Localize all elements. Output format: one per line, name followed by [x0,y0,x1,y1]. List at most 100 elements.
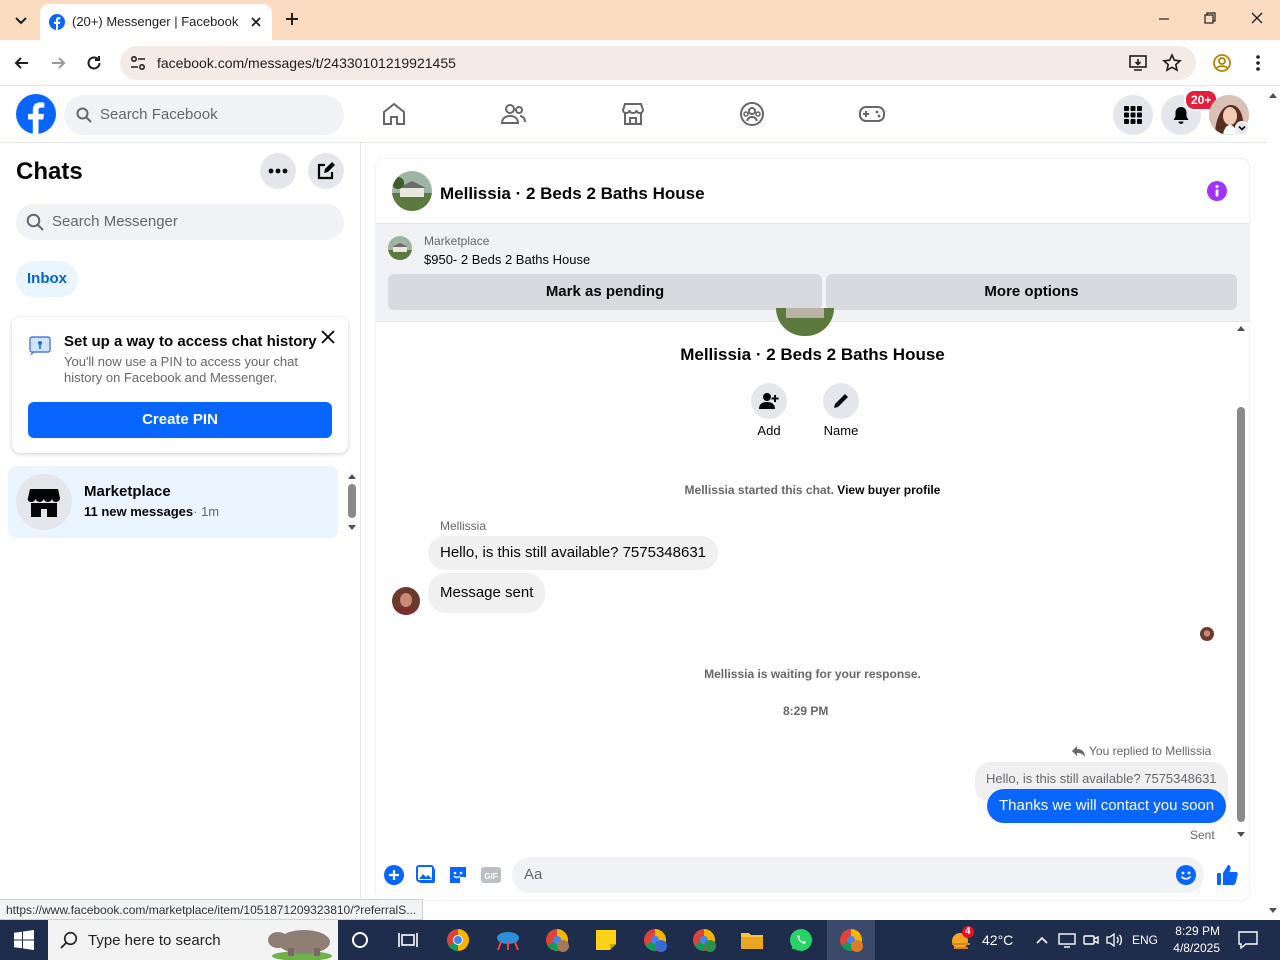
chrome-profile-3-taskbar-icon[interactable] [680,920,728,960]
facebook-top-nav: Search Facebook 20+ [0,86,1266,143]
info-icon[interactable] [1207,181,1227,201]
profile-title: Mellissia · 2 Beds 2 Baths House [680,345,945,364]
pin-card-heading: Set up a way to access chat history [64,333,317,350]
close-window-button[interactable] [1249,10,1265,26]
add-person-button[interactable] [751,383,787,419]
more-options-button[interactable]: More options [826,274,1237,310]
facebook-search-input[interactable]: Search Facebook [64,95,344,135]
file-explorer-icon[interactable] [728,920,776,960]
message-thread[interactable]: Mellissia · 2 Beds 2 Baths House Add Nam… [376,308,1249,852]
gif-icon[interactable]: GIF [480,865,502,885]
hidden-icons-chevron-icon[interactable] [1034,932,1050,948]
windows-taskbar: Type here to search 4 42°C ENG 8:29 PM 4… [0,920,1280,960]
minimize-window-button[interactable] [1156,10,1172,26]
notification-center-icon[interactable] [1238,931,1258,949]
chrome-taskbar-icon[interactable] [434,920,482,960]
incoming-message[interactable]: Hello, is this still available? 75753486… [428,536,719,570]
facebook-logo-icon[interactable] [16,94,56,134]
emoji-icon[interactable] [1176,865,1196,885]
read-receipt-avatar [1200,627,1214,641]
forward-icon[interactable] [48,53,68,73]
attach-photo-icon[interactable] [416,865,436,885]
network-icon[interactable] [1058,932,1076,948]
messenger-search-placeholder: Search Messenger [52,213,178,230]
compose-icon [317,162,335,180]
account-chevron-icon[interactable] [1235,121,1249,135]
chat-list-item-marketplace[interactable]: Marketplace 11 new messages· 1m [8,466,338,538]
marketplace-icon[interactable] [620,101,646,127]
taskbar-search-box[interactable]: Type here to search [48,920,338,960]
clock-date[interactable]: 4/8/2025 [1172,941,1220,955]
chrome-profile-taskbar-icon[interactable] [533,920,581,960]
name-chat-button[interactable] [823,383,859,419]
more-actions-icon[interactable] [384,865,404,885]
language-indicator[interactable]: ENG [1132,933,1158,947]
chats-options-button[interactable] [260,153,296,189]
browser-tab-bar: (20+) Messenger | Facebook [0,0,1280,40]
bookmark-star-icon[interactable] [1162,53,1182,73]
new-tab-button[interactable] [283,10,301,28]
back-icon[interactable] [12,53,32,73]
message-input[interactable]: Aa [512,857,1204,893]
listing-title[interactable]: $950- 2 Beds 2 Baths House [424,252,590,267]
cortana-icon[interactable] [336,920,384,960]
groups-icon[interactable] [739,101,765,127]
tab-close-icon[interactable] [248,14,264,30]
link-hover-status: https://www.facebook.com/marketplace/ite… [0,899,424,920]
new-message-button[interactable] [308,153,344,189]
sticky-notes-icon[interactable] [582,920,630,960]
like-thumbs-up-icon[interactable] [1216,864,1238,886]
inbox-filter-tab[interactable]: Inbox [16,261,78,297]
conversation-header: Mellissia · 2 Beds 2 Baths House [376,159,1249,224]
name-label: Name [823,423,859,438]
conversation-avatar[interactable] [392,171,432,211]
chrome-menu-icon[interactable] [1250,53,1266,73]
marketplace-avatar [16,474,72,530]
view-buyer-profile-link[interactable]: View buyer profile [837,483,940,497]
add-person-icon [759,393,779,409]
profile-icon[interactable] [1212,53,1232,73]
app-taskbar-icon[interactable] [484,920,532,960]
weather-alert-badge: 4 [962,926,974,938]
active-chrome-taskbar-icon[interactable] [827,920,875,960]
home-icon[interactable] [381,101,407,127]
site-info-icon[interactable] [129,54,147,72]
time-separator-text: 8:29 PM [783,704,829,718]
messenger-search-input[interactable]: Search Messenger [16,204,344,240]
conversation-title: Mellissia · 2 Beds 2 Baths House [440,184,705,203]
create-pin-button[interactable]: Create PIN [28,402,332,438]
listing-thumbnail[interactable] [388,236,412,260]
chrome-profile-2-taskbar-icon[interactable] [631,920,679,960]
address-bar[interactable]: facebook.com/messages/t/2433010121992145… [120,46,1196,80]
gaming-icon[interactable] [858,101,886,127]
volume-icon[interactable] [1106,932,1124,948]
friends-icon[interactable] [500,101,526,127]
mark-as-pending-button[interactable]: Mark as pending [388,274,822,310]
close-icon[interactable] [318,327,338,347]
search-icon [60,931,78,949]
outgoing-message[interactable]: Thanks we will contact you soon [987,789,1227,823]
task-view-icon[interactable] [384,920,432,960]
sender-avatar[interactable] [392,587,420,615]
tab-title: (20+) Messenger | Facebook [72,14,239,29]
windows-start-button[interactable] [0,920,48,960]
grid-icon [1124,106,1142,124]
restore-window-button[interactable] [1202,10,1218,26]
tab-search-button[interactable] [11,10,31,30]
sender-name: Mellissia [440,519,487,533]
thread-scrollbar[interactable] [1233,322,1249,852]
page-scrollbar[interactable] [1266,86,1280,920]
sticker-icon[interactable] [448,865,468,885]
temperature-text[interactable]: 42°C [982,932,1013,948]
incoming-message[interactable]: Message sent [428,573,546,613]
reload-icon[interactable] [84,53,104,73]
clock-time[interactable]: 8:29 PM [1172,924,1220,938]
sidebar-scrollbar[interactable] [345,470,359,534]
meet-now-icon[interactable] [1083,932,1099,948]
chat-item-unread: 11 new messages [84,504,194,519]
browser-tab[interactable]: (20+) Messenger | Facebook [40,4,272,40]
menu-grid-button[interactable] [1113,95,1153,135]
whatsapp-icon[interactable] [777,920,825,960]
install-app-icon[interactable] [1128,54,1148,72]
chat-started-notice: Mellissia started this chat. View buyer … [376,483,1249,497]
